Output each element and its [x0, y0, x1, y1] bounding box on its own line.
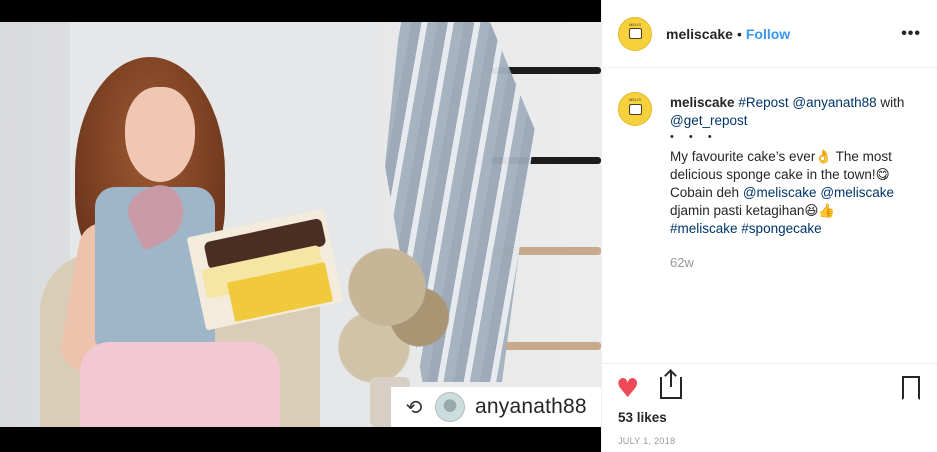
action-bar: ♥: [602, 371, 937, 407]
more-options-icon[interactable]: •••: [901, 25, 921, 43]
share-icon[interactable]: [660, 371, 682, 399]
separator-dot: •: [736, 25, 742, 42]
cake-box-icon: [628, 28, 642, 39]
caption-text: with: [876, 95, 905, 110]
bookmark-icon-fill: [904, 378, 918, 398]
post-photo[interactable]: ⟲ anyanath88: [0, 22, 601, 427]
repost-icon: ⟲: [405, 395, 423, 419]
hashtag-link[interactable]: #meliscake: [670, 221, 738, 236]
caption-line: #meliscake #spongecake: [670, 220, 920, 238]
mention-link[interactable]: @meliscake: [743, 185, 817, 200]
caption-text: delicious sponge cake in the town!😋: [670, 167, 890, 182]
caption-username[interactable]: meliscake: [670, 95, 735, 110]
woman-face: [125, 87, 195, 182]
hashtag-link[interactable]: #Repost: [738, 95, 788, 110]
caption: MELIS meliscake #Repost @anyanath88 with…: [602, 68, 937, 364]
heart-icon[interactable]: ♥: [616, 375, 639, 403]
likes-count[interactable]: 53 likes: [618, 410, 667, 425]
caption-line: @get_repost: [670, 112, 920, 130]
avatar-logo-text: MELIS: [628, 97, 641, 102]
repost-avatar: [435, 392, 465, 422]
hashtag-link[interactable]: #spongecake: [741, 221, 821, 236]
repost-username: anyanath88: [475, 395, 587, 418]
repost-badge: ⟲ anyanath88: [391, 387, 601, 427]
post-media: ⟲ anyanath88: [0, 0, 601, 452]
caption-text: Cobain deh: [670, 185, 743, 200]
caption-line: Cobain deh @meliscake @meliscake: [670, 184, 920, 202]
wood-rail: [491, 342, 601, 350]
avatar[interactable]: MELIS: [618, 92, 652, 126]
header-username[interactable]: meliscake: [666, 26, 733, 42]
cake-box-icon: [628, 103, 642, 115]
mention-link[interactable]: @meliscake: [820, 185, 894, 200]
caption-timestamp[interactable]: 62w: [670, 254, 920, 272]
caption-dots: • • •: [670, 131, 718, 143]
avatar[interactable]: MELIS: [618, 16, 652, 51]
follow-button[interactable]: Follow: [746, 26, 790, 42]
caption-text: djamin pasti ketagihan😆👍: [670, 203, 836, 218]
caption-text: My favourite cake’s ever👌 The most: [670, 149, 892, 164]
caption-line: meliscake #Repost @anyanath88 with: [670, 94, 920, 112]
mention-link[interactable]: @anyanath88: [792, 95, 876, 110]
mention-link[interactable]: @get_repost: [670, 113, 748, 128]
post-date[interactable]: JULY 1, 2018: [618, 436, 675, 446]
post-sidebar: MELIS meliscake • Follow ••• MELIS melis…: [601, 0, 937, 452]
avatar-logo-text: MELIS: [628, 21, 641, 27]
post-header: MELIS meliscake • Follow •••: [602, 0, 937, 68]
pink-skirt: [80, 342, 280, 427]
caption-body: meliscake #Repost @anyanath88 with @get_…: [670, 94, 920, 363]
